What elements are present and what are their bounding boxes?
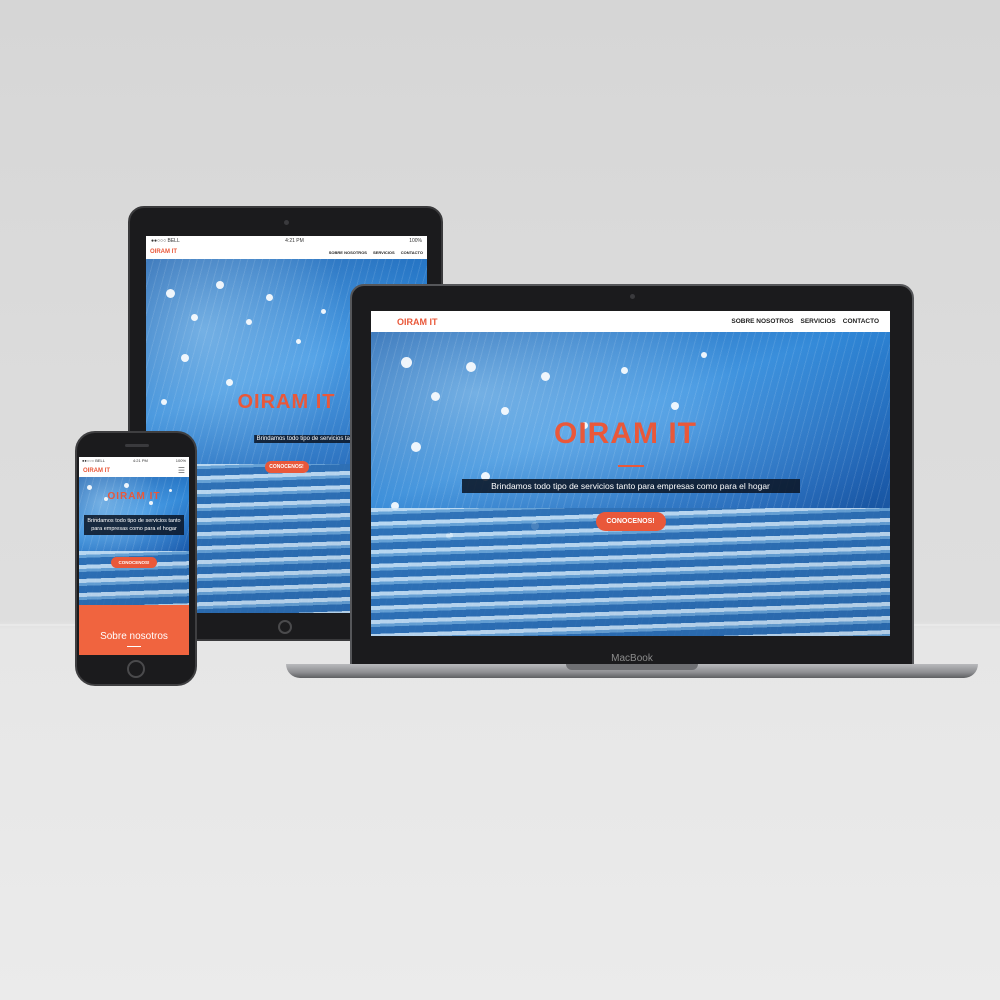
hero-title: OIRAM IT [554, 417, 697, 450]
laptop-camera-icon [630, 294, 635, 299]
laptop-screen: OIRAM IT SOBRE NOSOTROS SERVICIOS CONTAC… [371, 311, 890, 636]
tablet-home-button[interactable] [278, 620, 292, 634]
clock-label: 4:21 PM [132, 458, 148, 463]
nav-item-sobre-nosotros[interactable]: SOBRE NOSOTROS [329, 250, 367, 255]
hero-banner: OIRAM IT Brindamos todo tipo de servicio… [79, 477, 189, 605]
nav-item-servicios[interactable]: SERVICIOS [800, 318, 835, 325]
carrier-label: ●●○○○ BELL [82, 458, 105, 463]
hero-divider [617, 465, 644, 467]
nav-item-servicios[interactable]: SERVICIOS [373, 250, 395, 255]
hero-subtitle: Brindamos todo tipo de servicios tanto p… [84, 515, 184, 535]
hero-title: OIRAM IT [107, 491, 161, 502]
hamburger-menu-icon[interactable]: ☰ [178, 466, 185, 475]
phone-navbar: OIRAM IT ☰ [79, 464, 189, 477]
tablet-camera-icon [284, 220, 289, 225]
carrier-label: ●●○○○ BELL [151, 237, 180, 244]
laptop-opening-notch [566, 664, 698, 670]
conocenos-button[interactable]: CONOCENOS! [595, 512, 666, 531]
hero-banner: OIRAM IT Brindamos todo tipo de servicio… [371, 332, 890, 636]
section-title: Sobre nosotros [100, 631, 168, 642]
phone-speaker [125, 444, 149, 447]
site-logo[interactable]: OIRAM IT [150, 249, 177, 255]
tablet-navbar: OIRAM IT SOBRE NOSOTROS SERVICIOS CONTAC… [146, 245, 427, 259]
sobre-nosotros-section: Sobre nosotros [79, 605, 189, 655]
clock-label: 4:21 PM [285, 237, 304, 244]
nav-item-contacto[interactable]: CONTACTO [843, 318, 879, 325]
laptop-navbar: OIRAM IT SOBRE NOSOTROS SERVICIOS CONTAC… [371, 311, 890, 332]
section-divider [127, 646, 141, 647]
site-logo[interactable]: OIRAM IT [397, 317, 438, 327]
tablet-status-bar: ●●○○○ BELL 4:21 PM 100% [146, 236, 427, 245]
nav-item-contacto[interactable]: CONTACTO [401, 250, 423, 255]
phone-status-bar: ●●○○○ BELL 4:21 PM 100% [79, 457, 189, 464]
conocenos-button[interactable]: CONOCENOS! [264, 461, 309, 473]
laptop-brand-label: MacBook [611, 653, 653, 664]
battery-label: 100% [175, 458, 186, 463]
nav-menu: SOBRE NOSOTROS SERVICIOS CONTACTO [329, 250, 423, 255]
battery-label: 100% [409, 237, 422, 244]
conocenos-button[interactable]: CONOCENOS! [111, 557, 157, 568]
nav-item-sobre-nosotros[interactable]: SOBRE NOSOTROS [731, 318, 793, 325]
site-logo[interactable]: OIRAM IT [83, 468, 110, 474]
hero-subtitle: Brindamos todo tipo de servicios tanto p… [461, 479, 800, 493]
phone-home-button[interactable] [127, 660, 145, 678]
phone-screen: ●●○○○ BELL 4:21 PM 100% OIRAM IT ☰ OIRAM… [79, 457, 189, 655]
nav-menu: SOBRE NOSOTROS SERVICIOS CONTACTO [731, 318, 879, 325]
